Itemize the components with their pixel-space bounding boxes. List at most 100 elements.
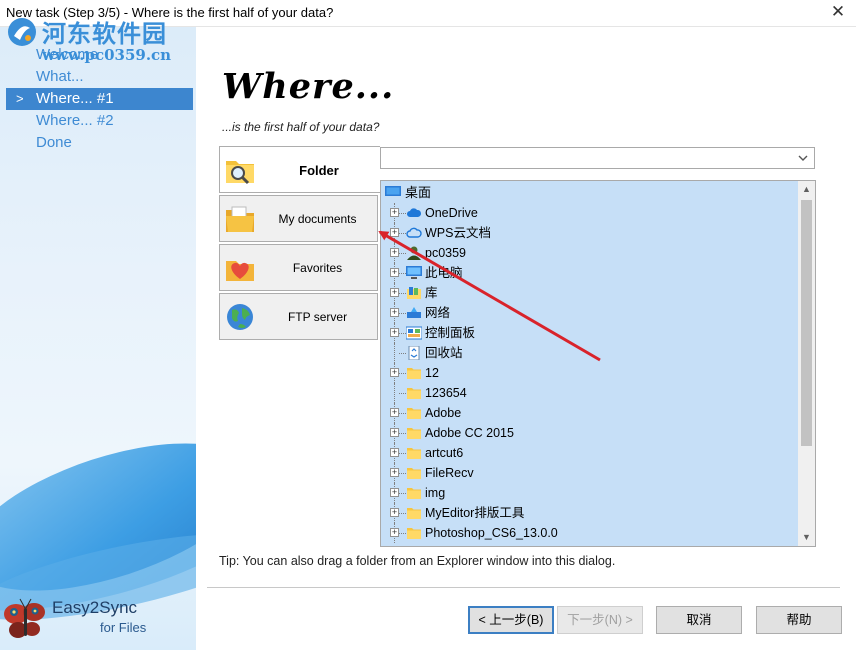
page-title: Where...: [222, 66, 395, 107]
library-icon: [406, 286, 422, 300]
source-my-documents-label: My documents: [278, 212, 357, 226]
tree-item-wps云文档[interactable]: + WPS云文档: [381, 223, 799, 243]
chevron-down-icon[interactable]: [796, 150, 810, 166]
tree-line: [399, 353, 406, 354]
expand-icon[interactable]: +: [390, 428, 399, 437]
tree-item-artcut6[interactable]: + artcut6: [381, 443, 799, 463]
source-folder-label: Folder: [299, 163, 339, 178]
expand-icon[interactable]: +: [390, 448, 399, 457]
source-ftp-server-button[interactable]: FTP server: [219, 293, 378, 340]
expand-icon[interactable]: +: [390, 268, 399, 277]
butterfly-logo-icon: [4, 598, 45, 638]
tree-item-label: img: [425, 486, 446, 500]
next-button[interactable]: 下一步(N) >: [557, 606, 643, 634]
active-step-marker: >: [16, 91, 24, 106]
title-bar: New task (Step 3/5) - Where is the first…: [0, 0, 856, 27]
folder-path-combobox[interactable]: [380, 147, 815, 169]
source-folder-button[interactable]: Folder: [219, 146, 380, 193]
tree-line: [399, 473, 406, 474]
expand-icon[interactable]: +: [390, 508, 399, 517]
source-favorites-button[interactable]: Favorites: [219, 244, 378, 291]
tree-item-label: 123654: [425, 386, 467, 400]
tree-item-photoshop-cs6-13-0-0[interactable]: + Photoshop_CS6_13.0.0: [381, 523, 799, 543]
tree-item-adobe[interactable]: + Adobe: [381, 403, 799, 423]
tree-line: [399, 233, 406, 234]
tree-item-onedrive[interactable]: + OneDrive: [381, 203, 799, 223]
brand-subtitle: for Files: [100, 620, 147, 635]
tree-line: [399, 313, 406, 314]
tree-item-label: WPS云文档: [425, 226, 491, 240]
scroll-up-icon[interactable]: ▲: [798, 181, 815, 198]
expand-icon[interactable]: +: [390, 228, 399, 237]
wizard-step-welcome: Welcome: [36, 46, 99, 63]
tree-line: [399, 253, 406, 254]
folder-icon: [406, 366, 422, 380]
cancel-button[interactable]: 取消: [656, 606, 742, 634]
tree-root-label: 桌面: [405, 185, 432, 200]
tree-item-img[interactable]: + img: [381, 483, 799, 503]
tree-item-回收站[interactable]: 回收站: [381, 343, 799, 363]
tree-line: [399, 413, 406, 414]
expand-icon[interactable]: +: [390, 308, 399, 317]
tree-item-myeditor排版工具[interactable]: + MyEditor排版工具: [381, 503, 799, 523]
folder-tree[interactable]: 桌面 + OneDrive + WPS云文档 + pc0359 + 此电脑 + 库 + 网络 + 控制面板…: [380, 180, 816, 547]
wizard-step-done: Done: [36, 134, 72, 151]
help-button[interactable]: 帮助: [756, 606, 842, 634]
folder-icon: [406, 406, 422, 420]
tree-item-控制面板[interactable]: + 控制面板: [381, 323, 799, 343]
tree-item-filerecv[interactable]: + FileRecv: [381, 463, 799, 483]
tree-scrollbar[interactable]: ▲ ▼: [798, 181, 815, 546]
tree-item-label: OneDrive: [425, 206, 478, 220]
tree-item-label: Adobe: [425, 406, 462, 420]
tree-items: + OneDrive + WPS云文档 + pc0359 + 此电脑 + 库 + 网络 + 控制面板 回收站…: [381, 203, 799, 543]
source-my-documents-button[interactable]: My documents: [219, 195, 378, 242]
wizard-sidebar: Welcome What... > Where... #1 Where... #2…: [0, 27, 196, 650]
folder-icon: [406, 506, 422, 520]
close-icon[interactable]: ✕: [828, 2, 848, 22]
expand-icon[interactable]: +: [390, 468, 399, 477]
tree-item-123654[interactable]: 123654: [381, 383, 799, 403]
tree-item-12[interactable]: +12: [381, 363, 799, 383]
folder-icon: [406, 466, 422, 480]
app-branding: Easy2Sync for Files: [0, 592, 196, 650]
documents-folder-icon: [226, 206, 254, 232]
expand-icon[interactable]: +: [390, 288, 399, 297]
expand-icon[interactable]: +: [390, 408, 399, 417]
tree-item-label: 库: [425, 286, 438, 300]
tree-item-label: Adobe CC 2015: [425, 426, 514, 440]
folder-icon: [406, 426, 422, 440]
tree-item-库[interactable]: + 库: [381, 283, 799, 303]
expand-icon[interactable]: +: [390, 248, 399, 257]
source-ftp-server-label: FTP server: [287, 310, 348, 324]
tree-line: [399, 393, 406, 394]
tree-item-网络[interactable]: + 网络: [381, 303, 799, 323]
expand-icon[interactable]: +: [390, 328, 399, 337]
network-icon: [406, 306, 422, 320]
tree-item-此电脑[interactable]: + 此电脑: [381, 263, 799, 283]
tree-item-pc0359[interactable]: + pc0359: [381, 243, 799, 263]
tree-item-label: pc0359: [425, 246, 467, 260]
tree-item-label: FileRecv: [425, 466, 474, 480]
tip-text: Tip: You can also drag a folder from an …: [219, 554, 616, 568]
folder-icon: [406, 386, 422, 400]
heart-folder-icon: [226, 261, 254, 281]
wizard-steps: Welcome What... > Where... #1 Where... #2…: [6, 44, 193, 154]
expand-icon[interactable]: +: [390, 488, 399, 497]
cloud-icon: [406, 206, 422, 220]
tree-line: [399, 373, 406, 374]
tree-item-adobe-cc-2015[interactable]: + Adobe CC 2015: [381, 423, 799, 443]
recycle-bin-icon: [406, 345, 422, 361]
tree-root-desktop[interactable]: 桌面: [385, 183, 431, 203]
expand-icon[interactable]: +: [390, 528, 399, 537]
tree-line: [399, 513, 406, 514]
expand-icon[interactable]: +: [390, 208, 399, 217]
scroll-down-icon[interactable]: ▼: [798, 529, 815, 546]
tree-item-label: 控制面板: [425, 326, 476, 340]
tree-item-label: 12: [425, 366, 439, 380]
back-button[interactable]: < 上一步(B): [468, 606, 554, 634]
scrollbar-thumb[interactable]: [801, 200, 812, 446]
source-type-list: Folder My documents Favorites FTP server: [219, 146, 380, 342]
tree-item-label: artcut6: [425, 446, 464, 460]
tree-line: [394, 383, 396, 403]
expand-icon[interactable]: +: [390, 368, 399, 377]
